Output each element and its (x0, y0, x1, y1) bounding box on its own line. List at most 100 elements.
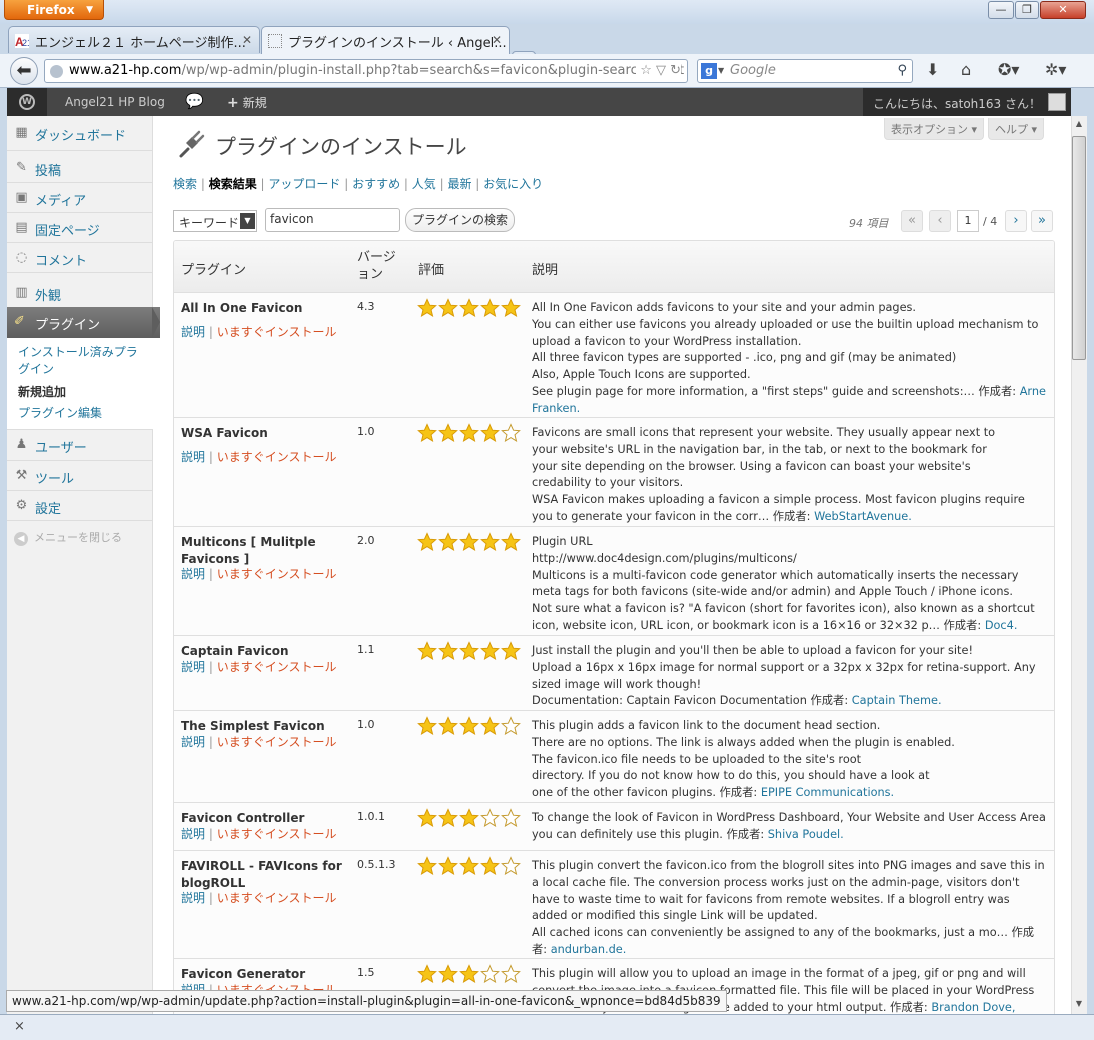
firefox-menu-button[interactable]: Firefox ▼ (4, 0, 104, 20)
menu-posts[interactable]: ✎ 投稿 (7, 153, 153, 183)
details-link[interactable]: 説明 (181, 827, 205, 841)
search-type-value: キーワード (179, 216, 240, 230)
tab-plugin-install[interactable]: プラグインのインストール ‹ Angel... ✕ (261, 26, 510, 54)
star-filled-icon (417, 856, 437, 875)
subnav-separator: | (471, 177, 484, 191)
author-link[interactable]: EPIPE Communications. (761, 786, 894, 799)
comment-bubble-icon[interactable]: 💬 (185, 92, 204, 110)
details-link[interactable]: 説明 (181, 325, 205, 339)
details-link[interactable]: 説明 (181, 891, 205, 905)
menu-plugins[interactable]: ✐ プラグイン (7, 307, 160, 338)
table-row: Favicon Controller 説明 | いますぐインストール 1.0.1 To… (174, 803, 1054, 851)
addon-icon[interactable]: ✲▾ (1045, 60, 1066, 79)
window-close-button[interactable]: ✕ (1040, 1, 1086, 19)
plugin-description: This plugin convert the favicon.ico from… (532, 858, 1047, 959)
link-separator: | (205, 735, 217, 749)
help-button[interactable]: ヘルプ ▾ (988, 118, 1045, 140)
details-link[interactable]: 説明 (181, 660, 205, 674)
scroll-up-arrow-icon[interactable]: ▲ (1071, 116, 1087, 132)
table-row: WSA Favicon 説明 | いますぐインストール 1.0 Favicons ar… (174, 418, 1054, 527)
account-menu[interactable]: こんにちは、satoh163 さん！ (863, 88, 1071, 116)
tab-strip: A21 エンジェル２１ ホームページ制作... ✕ プラグインのインストール ‹… (0, 24, 1094, 75)
back-button[interactable]: ⬅ (10, 57, 38, 85)
google-engine-icon[interactable]: g (701, 63, 717, 79)
maximize-button[interactable]: ❐ (1015, 1, 1039, 19)
tab-close-icon[interactable]: ✕ (242, 33, 252, 47)
install-now-link[interactable]: いますぐインストール (217, 660, 337, 674)
author-link[interactable]: Doc4. (985, 619, 1018, 632)
search-icon[interactable]: ⚲ (897, 60, 907, 82)
menu-pages[interactable]: ▤ 固定ページ (7, 213, 153, 243)
submenu-add-new[interactable]: 新規追加 (18, 384, 146, 401)
subnav-search[interactable]: 検索 (173, 177, 197, 191)
details-link[interactable]: 説明 (181, 450, 205, 464)
menu-settings[interactable]: ⚙ 設定 (7, 491, 153, 521)
install-now-link[interactable]: いますぐインストール (217, 891, 337, 905)
plugin-search-input[interactable]: favicon (265, 208, 400, 232)
site-name-link[interactable]: Angel21 HP Blog (65, 95, 165, 109)
scrollbar-thumb[interactable] (1072, 136, 1086, 360)
star-empty-icon (501, 856, 521, 875)
author-link[interactable]: Captain Theme. (852, 694, 942, 707)
current-page-input[interactable]: 1 (957, 210, 979, 232)
tab-angel21-home[interactable]: A21 エンジェル２１ ホームページ制作... ✕ (8, 26, 260, 53)
author-link[interactable]: andurban.de. (551, 943, 627, 956)
table-header: プラグイン バージョン 評価 説明 (174, 241, 1054, 293)
submenu-installed-plugins[interactable]: インストール済みプラグイン (18, 344, 146, 378)
minimize-button[interactable]: — (988, 1, 1014, 19)
star-filled-icon (501, 641, 521, 660)
subnav-popular[interactable]: 人気 (412, 177, 436, 191)
menu-tools[interactable]: ⚒ ツール (7, 461, 153, 491)
menu-media[interactable]: ▣ メディア (7, 183, 153, 213)
star-empty-icon (501, 423, 521, 442)
search-bar[interactable]: g ▼ Google ⚲ (697, 59, 913, 83)
next-page-button[interactable]: › (1005, 210, 1027, 232)
install-now-link[interactable]: いますぐインストール (217, 735, 337, 749)
details-link[interactable]: 説明 (181, 567, 205, 581)
menu-comments[interactable]: ◌ コメント (7, 243, 153, 273)
bookmark-star-icon[interactable]: ☆ ▽ ↻ (636, 60, 681, 82)
plugin-search-button[interactable]: プラグインの検索 (405, 208, 515, 232)
last-page-button[interactable]: » (1031, 210, 1053, 232)
menu-appearance[interactable]: ▥ 外観 (7, 278, 153, 308)
install-now-link[interactable]: いますぐインストール (217, 567, 337, 581)
prev-page-button[interactable]: ‹ (929, 210, 951, 232)
row-actions: 説明 | いますぐインストール (181, 825, 336, 842)
author-link[interactable]: Shiva Poudel. (768, 828, 844, 841)
submenu-plugin-editor[interactable]: プラグイン編集 (18, 405, 146, 422)
bookmarks-icon[interactable]: ✪▾ (998, 60, 1019, 79)
tab-close-icon[interactable]: ✕ (492, 33, 502, 47)
menu-dashboard[interactable]: ▦ ダッシュボード (7, 118, 153, 148)
install-now-link[interactable]: いますぐインストール (217, 325, 337, 339)
table-row: Captain Favicon 説明 | いますぐインストール 1.1 Just in… (174, 636, 1054, 711)
star-filled-icon (459, 298, 479, 317)
subnav-newest[interactable]: 最新 (447, 177, 471, 191)
subnav-favorites[interactable]: お気に入り (483, 177, 543, 191)
appearance-icon: ▥ (15, 285, 28, 300)
addon-bar-close-icon[interactable]: × (14, 1019, 25, 1034)
collapse-arrow-icon: ◀ (14, 532, 28, 546)
search-type-select[interactable]: キーワード ▼ (173, 210, 257, 232)
install-subnav: 検索 | 検索結果 | アップロード | おすすめ | 人気 | 最新 | お気… (173, 175, 543, 192)
subnav-upload[interactable]: アップロード (268, 177, 340, 191)
menu-label: ツール (35, 472, 75, 487)
link-separator: | (205, 325, 217, 339)
collapse-menu-button[interactable]: ◀ メニューを閉じる (14, 529, 122, 546)
scroll-down-arrow-icon[interactable]: ▼ (1071, 996, 1087, 1012)
screen-options-button[interactable]: 表示オプション ▾ (884, 118, 985, 140)
new-content-menu[interactable]: + 新規 (227, 94, 267, 111)
home-icon[interactable]: ⌂ (961, 60, 971, 79)
subnav-featured[interactable]: おすすめ (352, 177, 400, 191)
install-now-link[interactable]: いますぐインストール (217, 450, 337, 464)
first-page-button[interactable]: « (901, 210, 923, 232)
downloads-icon[interactable]: ⬇ (926, 60, 939, 79)
wordpress-logo-icon[interactable]: W (7, 88, 47, 116)
window-titlebar: Firefox ▼ — ❐ ✕ (0, 0, 1094, 24)
install-now-link[interactable]: いますぐインストール (217, 827, 337, 841)
author-link[interactable]: WebStartAvenue. (814, 510, 912, 523)
menu-users[interactable]: ♟ ユーザー (7, 430, 153, 460)
row-actions: 説明 | いますぐインストール (181, 889, 336, 906)
menu-label: 固定ページ (35, 224, 100, 239)
details-link[interactable]: 説明 (181, 735, 205, 749)
url-bar[interactable]: www.a21-hp.com/wp/wp-admin/plugin-instal… (44, 59, 688, 83)
